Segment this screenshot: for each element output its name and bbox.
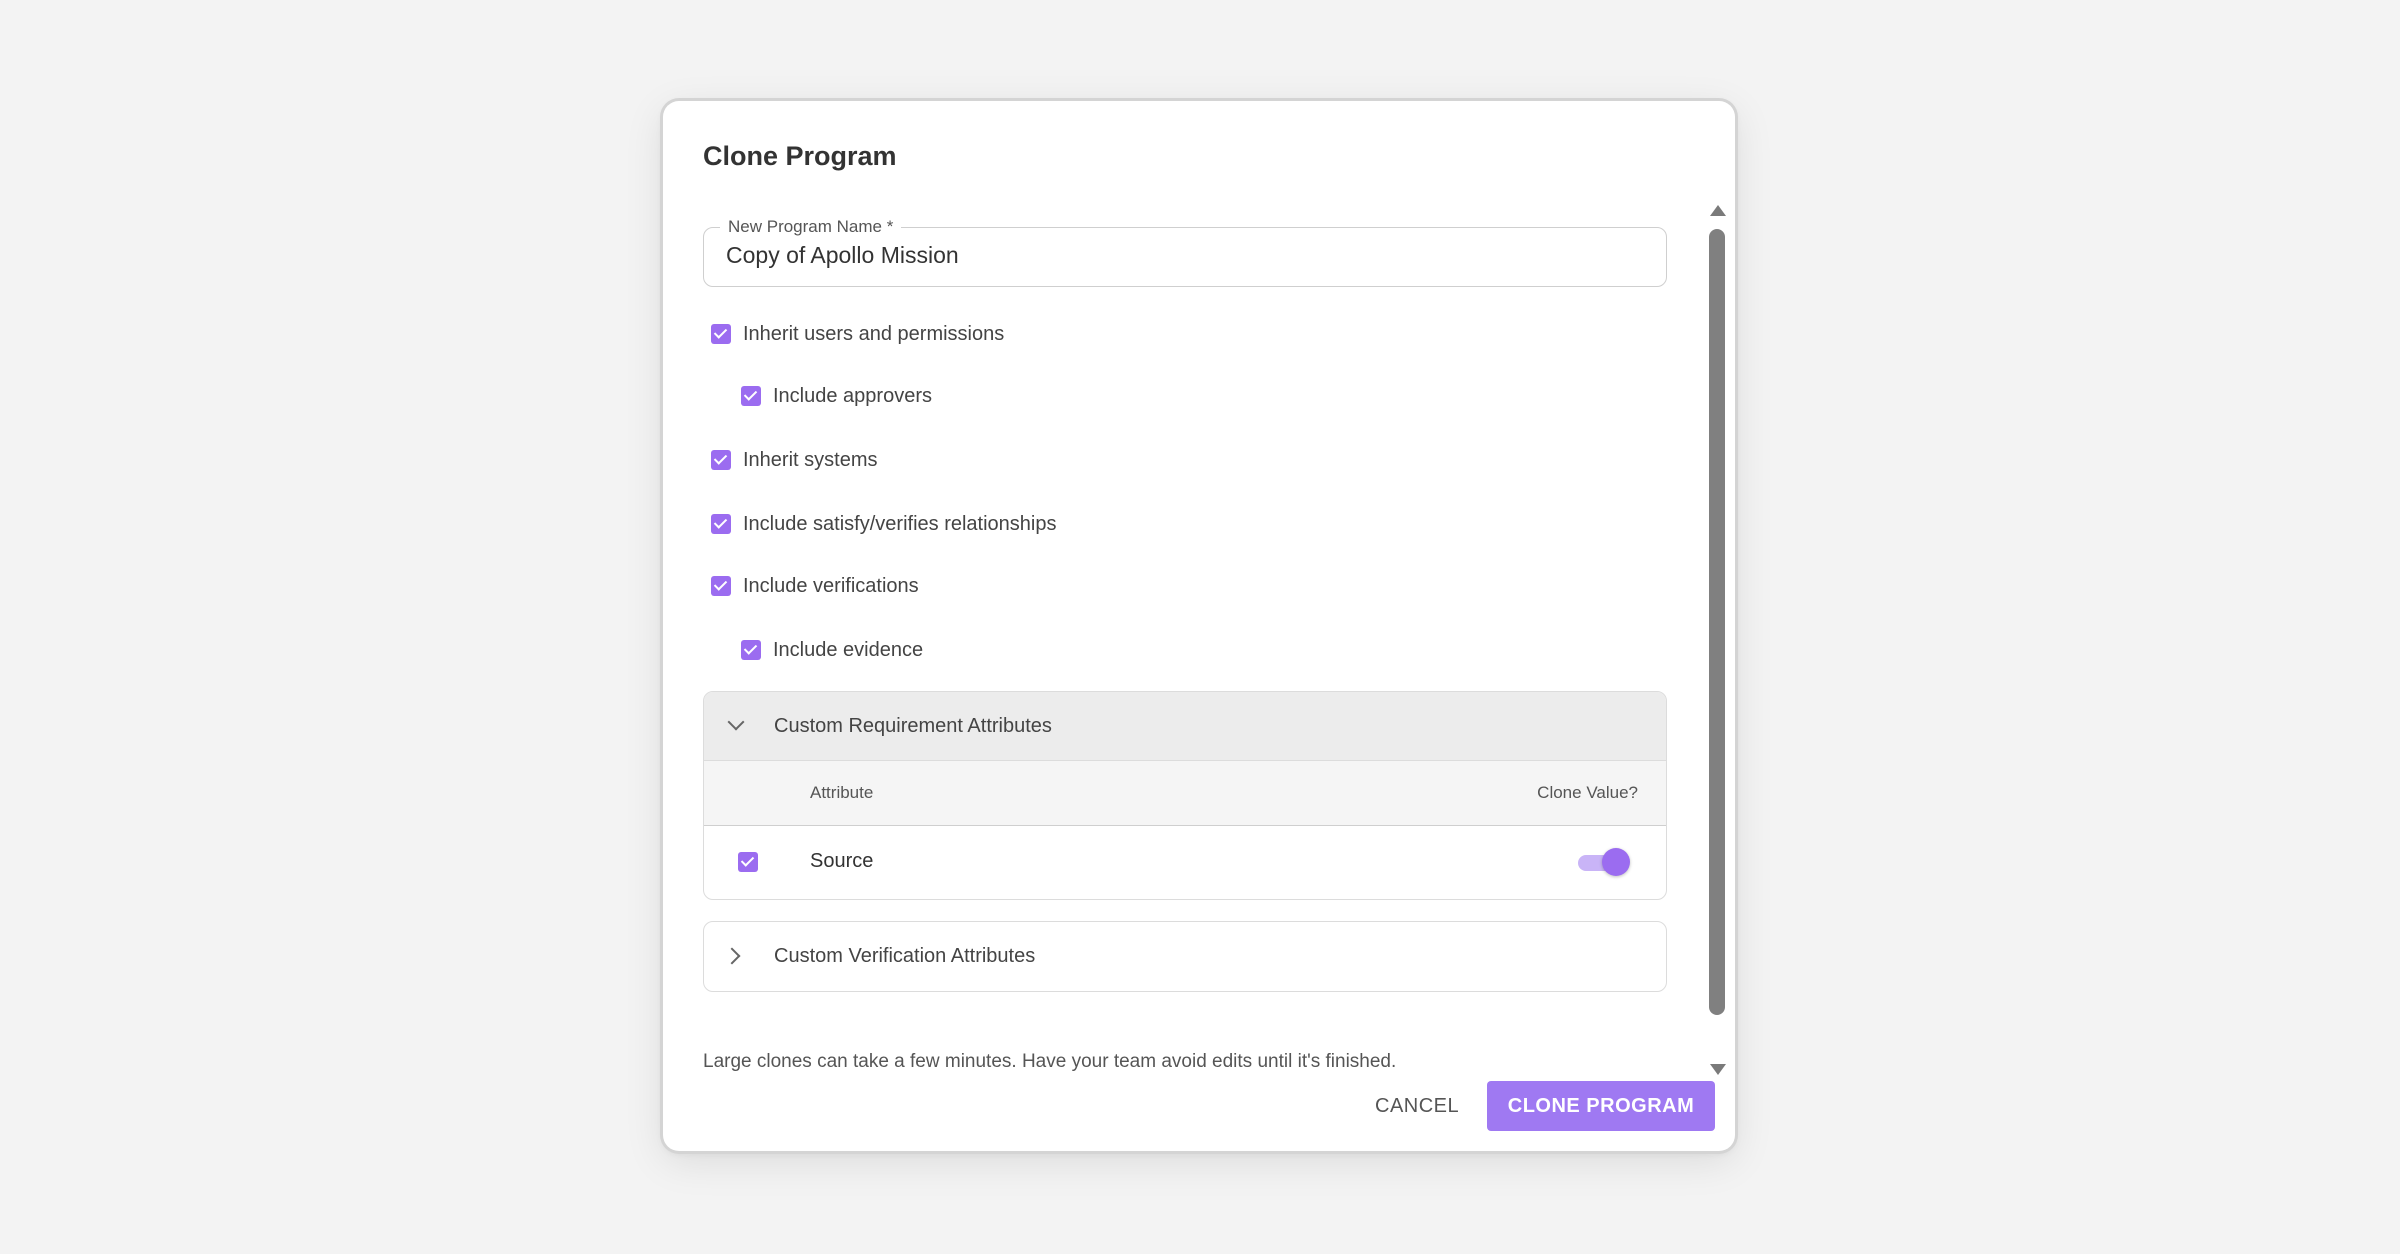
clone-value-toggle[interactable] <box>1578 848 1630 876</box>
option-include-approvers[interactable]: Include approvers <box>741 381 932 411</box>
scroll-up-arrow-icon[interactable] <box>1710 205 1726 216</box>
checkbox-checked-icon[interactable] <box>741 386 761 406</box>
option-label: Include approvers <box>773 384 932 407</box>
attribute-name: Source <box>810 850 874 872</box>
checkbox-checked-icon[interactable] <box>711 576 731 596</box>
option-label: Inherit users and permissions <box>743 322 1005 345</box>
panel-title: Custom Requirement Attributes <box>774 714 1052 737</box>
column-header-attribute: Attribute <box>810 783 874 802</box>
option-inherit-users[interactable]: Inherit users and permissions <box>711 319 1004 349</box>
clone-program-dialog: Clone Program New Program Name * Inherit… <box>663 101 1735 1151</box>
option-include-verifications[interactable]: Include verifications <box>711 571 919 601</box>
footer-note: Large clones can take a few minutes. Hav… <box>703 1051 1397 1072</box>
toggle-thumb[interactable] <box>1602 848 1630 876</box>
requirement-attributes-panel: Custom Requirement Attributes Attribute … <box>703 691 1667 900</box>
program-name-input[interactable] <box>726 242 1626 269</box>
chevron-right-icon[interactable] <box>723 947 741 965</box>
checkbox-checked-icon[interactable] <box>711 514 731 534</box>
cancel-button[interactable]: CANCEL <box>1363 1081 1471 1131</box>
program-name-field: New Program Name * <box>703 216 1667 287</box>
checkbox-checked-icon[interactable] <box>711 324 731 344</box>
program-name-label: New Program Name * <box>720 216 902 238</box>
option-include-evidence[interactable]: Include evidence <box>741 635 923 665</box>
option-label: Include verifications <box>743 574 919 597</box>
option-include-relationships[interactable]: Include satisfy/verifies relationships <box>711 509 1056 539</box>
dialog-title: Clone Program <box>703 141 897 171</box>
chevron-down-icon[interactable] <box>727 713 745 731</box>
scrollbar[interactable] <box>1707 201 1731 1077</box>
option-inherit-systems[interactable]: Inherit systems <box>711 445 877 475</box>
verification-attributes-panel: Custom Verification Attributes <box>703 921 1667 992</box>
table-row: Source <box>704 826 1666 896</box>
option-label: Include satisfy/verifies relationships <box>743 512 1057 535</box>
panel-title: Custom Verification Attributes <box>774 944 1036 967</box>
scroll-down-arrow-icon[interactable] <box>1710 1064 1726 1075</box>
column-header-clone-value: Clone Value? <box>1537 783 1638 802</box>
clone-program-button[interactable]: CLONE PROGRAM <box>1487 1081 1715 1131</box>
checkbox-checked-icon[interactable] <box>711 450 731 470</box>
scroll-thumb[interactable] <box>1709 229 1725 1015</box>
requirement-attributes-header[interactable]: Custom Requirement Attributes <box>704 692 1666 761</box>
attribute-table-header: Attribute Clone Value? <box>704 761 1666 826</box>
option-label: Inherit systems <box>743 448 878 471</box>
checkbox-checked-icon[interactable] <box>738 852 758 872</box>
option-label: Include evidence <box>773 638 924 661</box>
checkbox-checked-icon[interactable] <box>741 640 761 660</box>
verification-attributes-header[interactable]: Custom Verification Attributes <box>704 922 1666 990</box>
